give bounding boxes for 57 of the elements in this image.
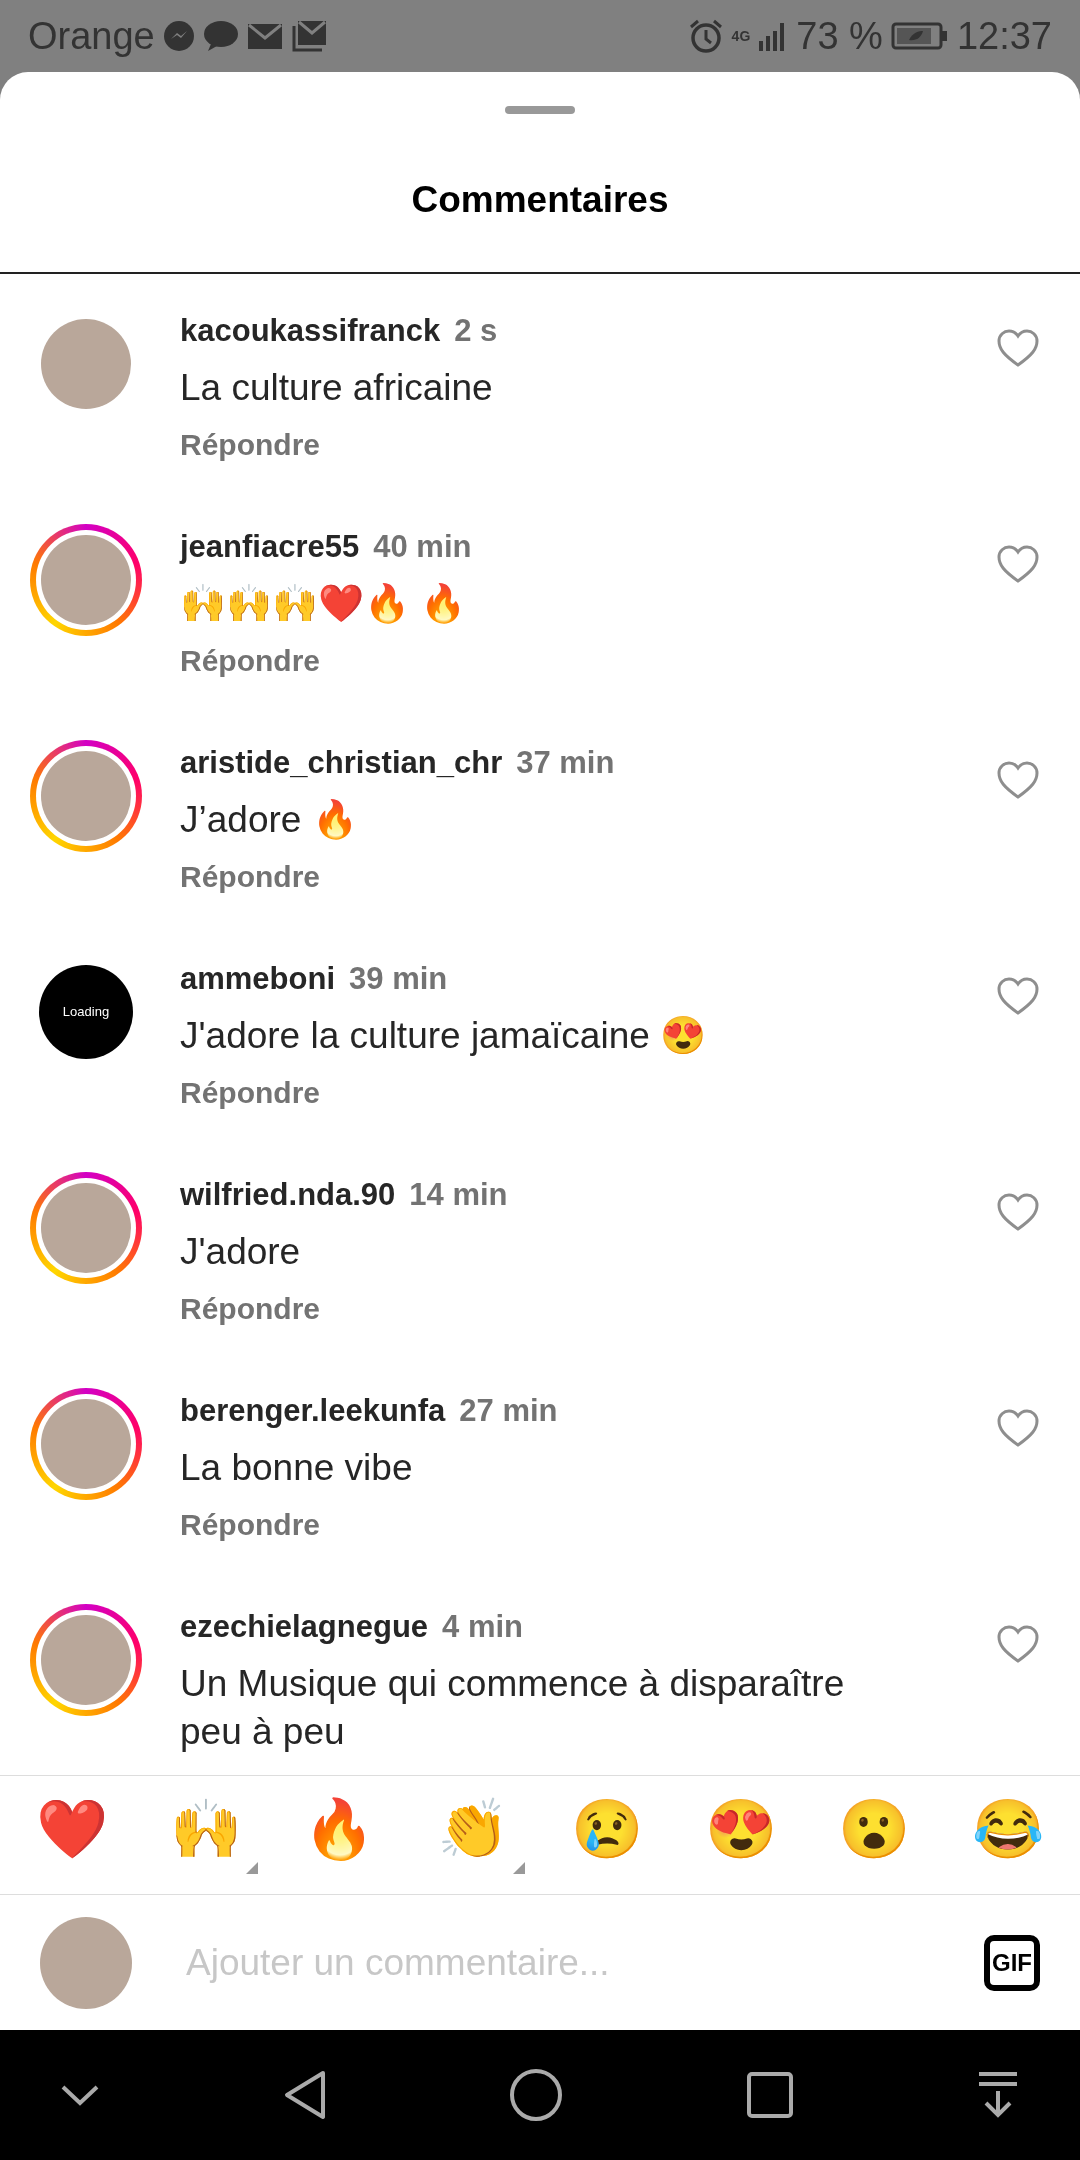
- comment-text: La bonne vibe: [180, 1446, 414, 1490]
- timestamp: 2 s: [454, 311, 498, 350]
- username[interactable]: kacoukassifranck: [180, 307, 441, 354]
- timestamp: 37 min: [516, 743, 615, 782]
- reply-link[interactable]: Répondre: [180, 1502, 320, 1548]
- emoji-reaction[interactable]: 🔥: [287, 1796, 392, 1874]
- reply-link[interactable]: Répondre: [180, 422, 320, 468]
- clock-time: 12:37: [956, 13, 1052, 59]
- timestamp: 14 min: [409, 1175, 508, 1214]
- comment-text: Un Musique qui commence à disparaître peu à peu: [180, 1662, 846, 1755]
- reply-link[interactable]: Répondre: [180, 1286, 320, 1332]
- mail-icon: [246, 22, 283, 50]
- mail-stack-icon: [290, 20, 327, 52]
- comment-text: J'adore: [180, 1230, 302, 1274]
- timestamp: 40 min: [373, 527, 472, 566]
- timestamp: 4 min: [442, 1607, 524, 1646]
- sheet-title: Commentaires: [0, 114, 1080, 274]
- messenger-icon: [162, 20, 195, 52]
- username[interactable]: ammeboni: [180, 955, 336, 1002]
- back-icon[interactable]: [282, 2070, 327, 2120]
- network-label: 4G: [731, 29, 751, 43]
- battery-icon: [890, 21, 949, 51]
- heart-icon[interactable]: [996, 1407, 1040, 1448]
- timestamp: 27 min: [459, 1391, 558, 1430]
- heart-icon[interactable]: [996, 975, 1040, 1016]
- battery-percent: 73 %: [796, 13, 883, 59]
- carrier-name: Orange: [28, 13, 155, 59]
- heart-icon[interactable]: [996, 327, 1040, 368]
- username[interactable]: aristide_christian_chr: [180, 739, 503, 786]
- heart-icon[interactable]: [996, 759, 1040, 800]
- reply-link[interactable]: Répondre: [180, 638, 320, 684]
- username[interactable]: wilfried.nda.90: [180, 1171, 396, 1218]
- timestamp: 39 min: [349, 959, 448, 998]
- reply-link[interactable]: Répondre: [180, 854, 320, 900]
- gif-button[interactable]: GIF: [984, 1934, 1040, 1991]
- drag-handle[interactable]: [505, 106, 575, 114]
- alarm-icon: [687, 18, 724, 54]
- comment-text: J’adore 🔥: [180, 798, 359, 842]
- comment-text: 🙌🙌🙌❤🔥 🔥: [180, 582, 468, 626]
- variant-indicator: [245, 1862, 258, 1874]
- emoji-reaction[interactable]: ❤: [20, 1796, 124, 1874]
- heart-icon[interactable]: [996, 1623, 1040, 1664]
- variant-indicator: [513, 1862, 526, 1874]
- heart-icon[interactable]: [996, 543, 1040, 584]
- chat-bubble-icon: [202, 20, 239, 52]
- notification-pull-icon[interactable]: [976, 2071, 1020, 2119]
- username[interactable]: berenger.leekunfa: [180, 1387, 446, 1434]
- avatar-label: Loading: [62, 1002, 110, 1021]
- home-icon[interactable]: [509, 2068, 563, 2122]
- username[interactable]: jeanfiacre55: [180, 523, 360, 570]
- comment-text: J'adore la culture jamaïcaine 😍: [180, 1014, 708, 1058]
- comment-text: La culture africaine: [180, 366, 494, 410]
- chevron-down-icon[interactable]: [60, 2083, 100, 2107]
- heart-icon[interactable]: [996, 1191, 1040, 1232]
- username[interactable]: ezechielagnegue: [180, 1603, 429, 1650]
- recents-icon[interactable]: [745, 2071, 794, 2119]
- reply-link[interactable]: Répondre: [180, 1070, 320, 1116]
